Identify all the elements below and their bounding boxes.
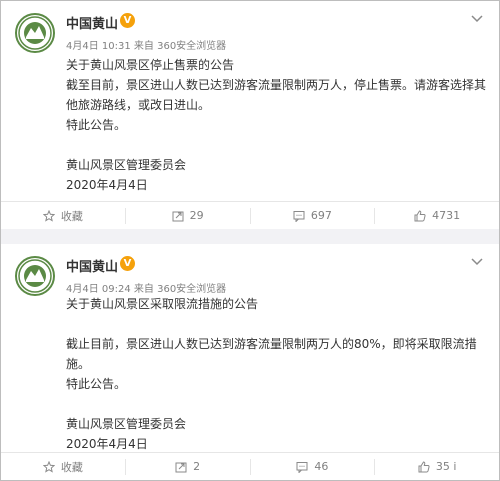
weibo-post: 中国黄山 V 4月4日 09:24 来自 360安全浏览器 关于黄山风景区采取限… (1, 244, 499, 480)
star-icon (42, 209, 55, 222)
chevron-down-icon[interactable] (469, 13, 485, 29)
content-line: 特此公告。 (66, 377, 127, 391)
author-name[interactable]: 中国黄山 (66, 256, 118, 275)
content-line (66, 394, 485, 414)
huangshan-logo-icon (18, 259, 52, 293)
post-source: 来自 360安全浏览器 (133, 41, 227, 52)
repost-count: 29 (189, 209, 204, 222)
like-count: 4731 (432, 209, 461, 222)
huangshan-logo-icon (18, 16, 52, 50)
repost-button[interactable]: 2 (124, 458, 250, 475)
content-line: 黄山风景区管理委员会 (66, 417, 187, 431)
star-icon (42, 460, 55, 473)
like-button[interactable]: 4731 (374, 207, 499, 224)
author-name[interactable]: 中国黄山 (66, 13, 118, 32)
comment-icon (293, 210, 305, 222)
comment-count: 697 (310, 209, 332, 222)
like-count: 35 i (435, 460, 457, 473)
verified-badge: V (120, 13, 135, 28)
post-time[interactable]: 4月4日 10:31 (66, 41, 131, 52)
repost-icon (175, 462, 187, 472)
repost-button[interactable]: 29 (124, 207, 250, 224)
content-line (66, 135, 485, 155)
favorite-button[interactable]: 收藏 (1, 208, 125, 224)
post-meta: 4月4日 10:31 来自 360安全浏览器 (66, 37, 226, 52)
comment-button[interactable]: 697 (249, 207, 375, 224)
action-bar: 收藏 29 697 4731 (1, 201, 499, 229)
content-line (66, 314, 485, 334)
repost-count: 2 (193, 460, 201, 473)
favorite-label: 收藏 (60, 209, 83, 223)
chevron-down-icon[interactable] (469, 256, 485, 272)
thumbs-up-icon (414, 209, 426, 221)
weibo-post: 中国黄山 V 4月4日 10:31 来自 360安全浏览器 关于黄山风景区停止售… (1, 1, 499, 229)
comment-count: 46 (314, 460, 329, 473)
thumbs-up-icon (418, 460, 430, 472)
content-line: 截止目前，景区进山人数已达到游客流量限制两万人的80%，即将采取限流措施。 (66, 337, 477, 371)
avatar[interactable] (15, 256, 55, 296)
content-line: 关于黄山风景区采取限流措施的公告 (66, 297, 259, 311)
comment-button[interactable]: 46 (249, 458, 375, 475)
content-line: 黄山风景区管理委员会 (66, 158, 187, 172)
content-line: 2020年4月4日 (66, 437, 148, 451)
content-line: 2020年4月4日 (66, 178, 148, 192)
action-bar: 收藏 2 46 35 i (1, 452, 499, 480)
post-content: 关于黄山风景区采取限流措施的公告 截止目前，景区进山人数已达到游客流量限制两万人… (66, 294, 485, 454)
post-content: 关于黄山风景区停止售票的公告 截至目前，景区进山人数已达到游客流量限制两万人，停… (66, 55, 487, 195)
favorite-button[interactable]: 收藏 (1, 459, 125, 475)
content-line: 特此公告。 (66, 118, 127, 132)
verified-badge: V (120, 256, 135, 271)
avatar[interactable] (15, 13, 55, 53)
content-line: 他旅游路线，或改日进山。 (66, 98, 211, 112)
post-meta: 4月4日 09:24 来自 360安全浏览器 (66, 280, 226, 295)
like-button[interactable]: 35 i (374, 458, 499, 475)
repost-icon (172, 211, 184, 221)
comment-icon (296, 461, 308, 473)
content-line: 关于黄山风景区停止售票的公告 (66, 58, 235, 72)
favorite-label: 收藏 (60, 460, 83, 474)
content-line: 截至目前，景区进山人数已达到游客流量限制两万人，停止售票。请游客选择其 (66, 78, 487, 92)
